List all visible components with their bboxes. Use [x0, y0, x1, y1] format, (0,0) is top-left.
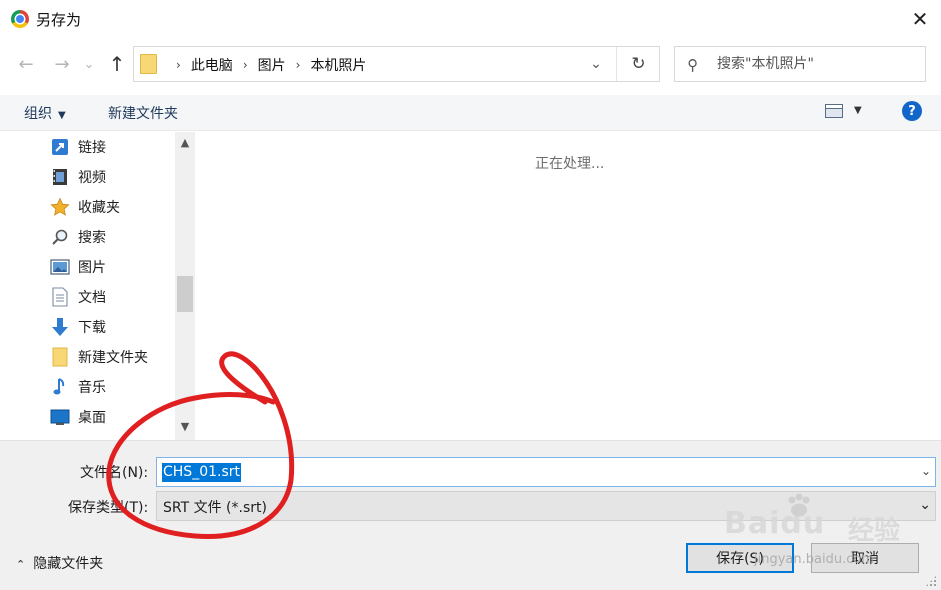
- nav-item-label: 文档: [78, 290, 106, 306]
- nav-item-downloads[interactable]: 下载: [48, 312, 148, 342]
- help-button[interactable]: ?: [902, 101, 922, 121]
- breadcrumb: › 此电脑 › 图片 › 本机照片: [166, 55, 366, 75]
- folder-icon: [48, 347, 72, 367]
- close-button[interactable]: ✕: [900, 2, 940, 36]
- scroll-up-arrow-icon[interactable]: ▲: [175, 136, 195, 149]
- breadcrumb-separator[interactable]: ›: [243, 58, 248, 72]
- music-icon: [48, 377, 72, 397]
- link-arrow-icon: [48, 137, 72, 157]
- breadcrumb-separator[interactable]: ›: [176, 58, 181, 72]
- chrome-app-icon: [11, 10, 29, 28]
- nav-item-label: 下载: [78, 320, 106, 336]
- nav-item-label: 新建文件夹: [78, 350, 148, 366]
- breadcrumb-this-pc[interactable]: 此电脑: [191, 55, 233, 75]
- hide-folders-label: 隐藏文件夹: [33, 556, 104, 572]
- view-options-dropdown[interactable]: ▼: [854, 105, 862, 116]
- nav-item-videos[interactable]: 视频: [48, 162, 148, 192]
- recent-locations-button[interactable]: ⌄: [80, 51, 98, 77]
- back-button[interactable]: ←: [14, 51, 38, 77]
- star-icon: [48, 197, 72, 217]
- resize-grip-icon[interactable]: [925, 575, 937, 587]
- breadcrumb-separator[interactable]: ›: [296, 58, 301, 72]
- nav-item-music[interactable]: 音乐: [48, 372, 148, 402]
- forward-button[interactable]: →: [50, 51, 74, 77]
- view-options-icon[interactable]: [825, 104, 843, 118]
- loading-status: 正在处理...: [535, 156, 605, 172]
- nav-item-label: 视频: [78, 170, 106, 186]
- folder-icon: [140, 54, 157, 74]
- nav-pane-scrollbar[interactable]: ▲ ▼: [175, 132, 195, 440]
- search-icon: ⚲: [687, 56, 698, 74]
- window-title: 另存为: [36, 11, 82, 29]
- download-icon: [48, 317, 72, 337]
- search-input[interactable]: [717, 54, 917, 74]
- nav-item-label: 收藏夹: [78, 200, 120, 216]
- filename-input[interactable]: CHS_01.srt ⌄: [156, 457, 936, 487]
- chevron-down-icon[interactable]: ⌄: [921, 464, 931, 478]
- hide-folders-toggle[interactable]: ⌃ 隐藏文件夹: [16, 553, 103, 573]
- nav-item-links[interactable]: 链接: [48, 132, 148, 162]
- cancel-button[interactable]: 取消: [811, 543, 919, 573]
- save-button[interactable]: 保存(S): [686, 543, 794, 573]
- chevron-down-icon: ▼: [58, 110, 66, 121]
- desktop-icon: [48, 407, 72, 427]
- organize-button[interactable]: 组织 ▼: [24, 103, 66, 123]
- address-dropdown-button[interactable]: ⌄: [584, 53, 608, 75]
- nav-item-pictures[interactable]: 图片: [48, 252, 148, 282]
- breadcrumb-local-photos[interactable]: 本机照片: [310, 55, 366, 75]
- nav-item-label: 桌面: [78, 410, 106, 426]
- nav-item-desktop[interactable]: 桌面: [48, 402, 148, 432]
- search-icon: [48, 227, 72, 247]
- nav-item-new-folder[interactable]: 新建文件夹: [48, 342, 148, 372]
- nav-item-searches[interactable]: 搜索: [48, 222, 148, 252]
- up-button[interactable]: ↑: [105, 51, 129, 77]
- picture-icon: [48, 257, 72, 277]
- nav-item-label: 链接: [78, 140, 106, 156]
- nav-item-label: 搜索: [78, 230, 106, 246]
- title-bar: 另存为 ✕: [0, 0, 941, 38]
- nav-list: 链接 视频 收藏夹 搜索 图片 文档 下载 新建文件夹 音乐 桌面: [48, 132, 148, 432]
- navigation-pane: 链接 视频 收藏夹 搜索 图片 文档 下载 新建文件夹 音乐 桌面: [0, 132, 196, 440]
- new-folder-button[interactable]: 新建文件夹: [108, 103, 178, 123]
- save-options-panel: 文件名(N): CHS_01.srt ⌄ 保存类型(T): SRT 文件 (*.…: [0, 440, 941, 590]
- filetype-select[interactable]: SRT 文件 (*.srt) ⌄: [156, 491, 936, 521]
- filename-label: 文件名(N):: [80, 465, 149, 481]
- organize-label: 组织: [24, 106, 52, 122]
- refresh-button[interactable]: ↻: [616, 47, 660, 81]
- scrollbar-thumb[interactable]: [177, 276, 193, 312]
- nav-item-favorites[interactable]: 收藏夹: [48, 192, 148, 222]
- breadcrumb-pictures[interactable]: 图片: [258, 55, 286, 75]
- nav-item-label: 音乐: [78, 380, 106, 396]
- filetype-value: SRT 文件 (*.srt): [163, 500, 267, 516]
- search-box[interactable]: ⚲: [674, 46, 926, 82]
- video-icon: [48, 167, 72, 187]
- nav-item-label: 图片: [78, 260, 106, 276]
- filetype-label: 保存类型(T):: [68, 500, 149, 516]
- filename-value[interactable]: CHS_01.srt: [162, 463, 241, 482]
- command-toolbar: 组织 ▼ 新建文件夹 ▼ ?: [0, 95, 941, 131]
- scroll-down-arrow-icon[interactable]: ▼: [175, 420, 195, 433]
- address-bar[interactable]: › 此电脑 › 图片 › 本机照片 ⌄ ↻: [133, 46, 660, 82]
- document-icon: [48, 287, 72, 307]
- nav-item-documents[interactable]: 文档: [48, 282, 148, 312]
- chevron-down-icon[interactable]: ⌄: [919, 497, 931, 513]
- chevron-up-icon: ⌃: [16, 558, 26, 571]
